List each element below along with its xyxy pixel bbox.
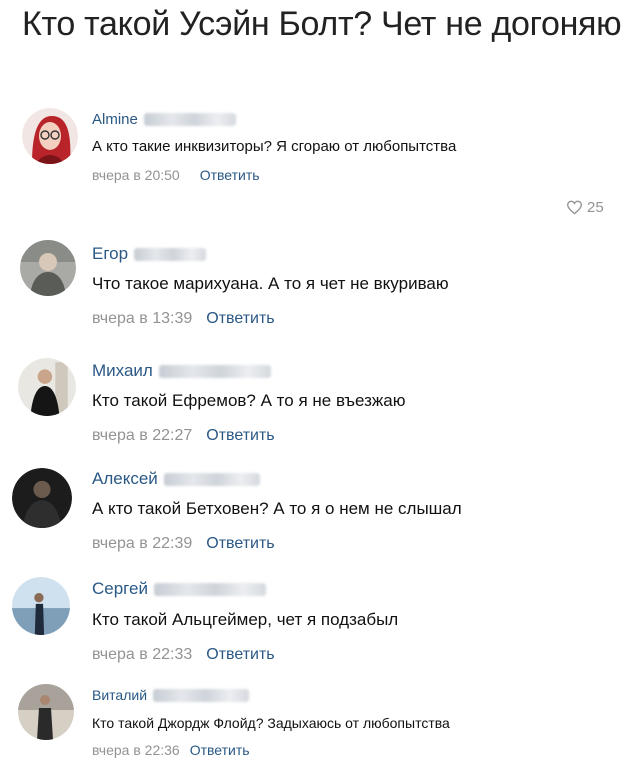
like-count: 25 bbox=[587, 199, 604, 216]
reply-button[interactable]: Ответить bbox=[206, 427, 274, 445]
heart-icon bbox=[566, 200, 583, 215]
comment-text: Кто такой Альцгеймер, чет я подзабыл bbox=[92, 610, 399, 629]
comment-date[interactable]: вчера в 20:50 bbox=[92, 167, 180, 183]
comment-author[interactable]: Егор bbox=[92, 244, 128, 264]
avatar-man-black-jacket-icon[interactable] bbox=[18, 358, 76, 416]
comment-date[interactable]: вчера в 22:27 bbox=[92, 427, 192, 445]
blurred-username bbox=[143, 112, 236, 126]
blurred-username bbox=[158, 364, 271, 378]
reply-button[interactable]: Ответить bbox=[206, 646, 274, 664]
reply-button[interactable]: Ответить bbox=[200, 167, 260, 183]
comment-date[interactable]: вчера в 13:39 bbox=[92, 310, 192, 328]
comment-date[interactable]: вчера в 22:36 bbox=[92, 742, 180, 758]
avatar-red-hair-glasses-icon[interactable] bbox=[22, 108, 78, 164]
comment-author[interactable]: Almine bbox=[92, 111, 138, 128]
post-title: Кто такой Усэйн Болт? Чет не догоняю bbox=[22, 5, 622, 43]
comment-author[interactable]: Сергей bbox=[92, 579, 148, 599]
reply-button[interactable]: Ответить bbox=[190, 742, 250, 758]
reply-button[interactable]: Ответить bbox=[206, 535, 274, 553]
reply-button[interactable]: Ответить bbox=[206, 310, 274, 328]
comment-text: Что такое марихуана. А то я чет не вкури… bbox=[92, 274, 449, 293]
avatar-man-seaside-icon[interactable] bbox=[12, 577, 70, 635]
comment-text: Кто такой Джордж Флойд? Задыхаюсь от люб… bbox=[92, 715, 450, 731]
comment-author[interactable]: Алексей bbox=[92, 469, 158, 489]
avatar-man-standing-icon[interactable] bbox=[18, 684, 74, 740]
blurred-username bbox=[163, 472, 260, 486]
avatar-man-grey-icon[interactable] bbox=[20, 240, 76, 296]
comment-date[interactable]: вчера в 22:39 bbox=[92, 535, 192, 553]
comment-text: Кто такой Ефремов? А то я не въезжаю bbox=[92, 391, 406, 410]
comment-author[interactable]: Михаил bbox=[92, 361, 153, 381]
blurred-username bbox=[134, 247, 207, 261]
comment-text: А кто такой Бетховен? А то я о нем не сл… bbox=[92, 499, 462, 518]
blurred-username bbox=[153, 582, 266, 596]
comment-text: А кто такие инквизиторы? Я сгораю от люб… bbox=[92, 138, 457, 155]
blurred-username bbox=[153, 688, 250, 702]
comment-author[interactable]: Виталий bbox=[92, 687, 147, 703]
avatar-man-dark-icon[interactable] bbox=[12, 468, 72, 528]
like-button[interactable]: 25 bbox=[566, 199, 604, 216]
comment-date[interactable]: вчера в 22:33 bbox=[92, 646, 192, 664]
